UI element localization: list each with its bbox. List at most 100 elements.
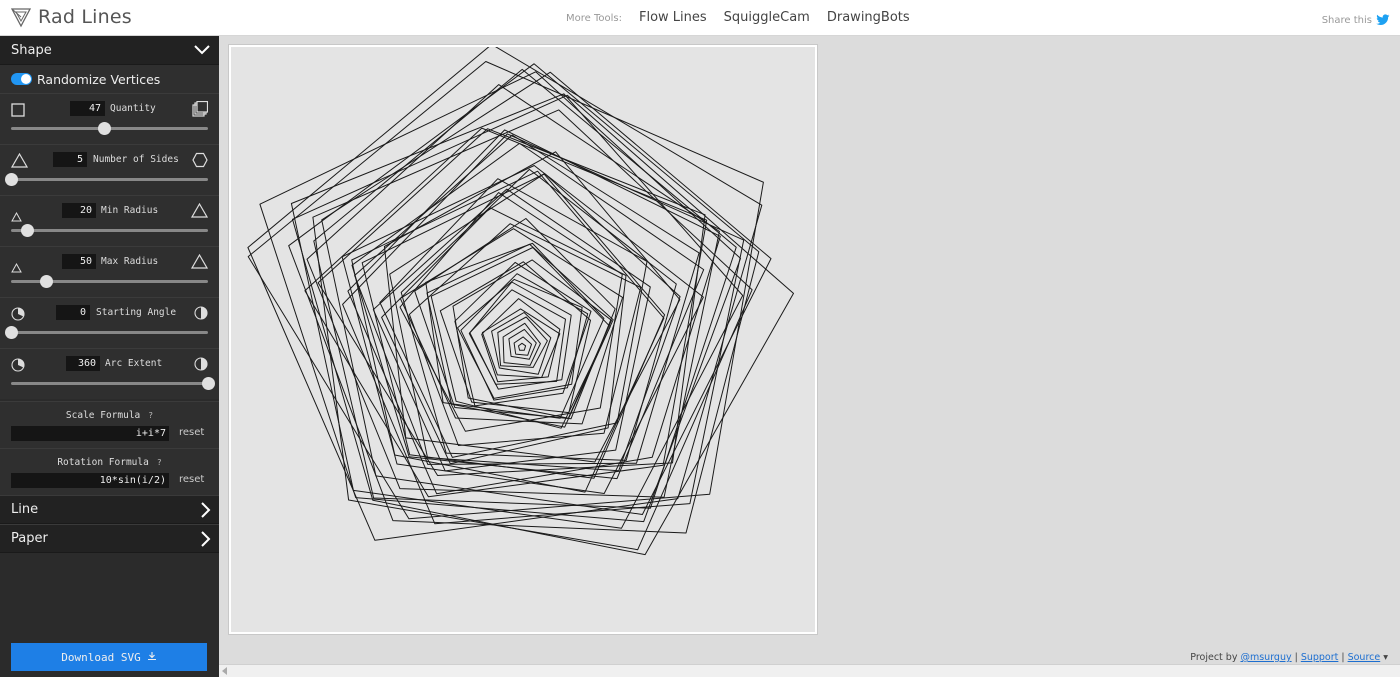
scale-formula-control: Scale Formula? i+i*7 reset [0, 401, 219, 448]
number-of-sides-input[interactable]: 5 [53, 152, 87, 167]
chevron-right-icon [199, 530, 211, 548]
rad-lines-logo-icon [10, 6, 32, 28]
randomize-vertices-label: Randomize Vertices [37, 71, 161, 87]
quantity-slider[interactable] [11, 122, 208, 135]
twitter-icon [1376, 11, 1390, 30]
max-radius-slider-knob[interactable] [40, 275, 54, 288]
triangle-icon[interactable] [10, 152, 29, 172]
randomize-vertices-toggle[interactable] [11, 73, 32, 85]
large-triangle-icon[interactable] [190, 253, 209, 273]
nav-link-drawingbots[interactable]: DrawingBots [827, 10, 910, 25]
caret-down-icon: ▾ [1383, 652, 1388, 663]
arc-extent-slider[interactable] [11, 377, 215, 390]
min-radius-input[interactable]: 20 [62, 203, 96, 218]
min-radius-control: 20 Min Radius [0, 195, 219, 246]
quantity-slider-knob[interactable] [97, 122, 111, 135]
number-of-sides-slider-knob[interactable] [5, 173, 18, 186]
small-triangle-icon[interactable] [11, 258, 22, 277]
max-radius-input[interactable]: 50 [62, 254, 96, 269]
scroll-left-arrow-icon[interactable] [222, 667, 227, 675]
number-of-sides-slider[interactable] [5, 173, 208, 186]
footer-separator: | [1341, 652, 1345, 663]
scale-formula-input[interactable]: i+i*7 [11, 426, 169, 441]
shape-section-title: Shape [11, 42, 52, 58]
nav-link-squigglecam[interactable]: SquiggleCam [724, 10, 810, 25]
footer-separator: | [1294, 652, 1298, 663]
controls-sidebar: Shape Randomize Vertices 47 Quantity 5 N… [0, 36, 219, 677]
app-title: Rad Lines [38, 6, 132, 28]
spiral-shape [292, 94, 794, 556]
spiral-shape [502, 322, 541, 366]
max-radius-slider[interactable] [11, 275, 208, 288]
scale-formula-label-row: Scale Formula? [0, 410, 219, 421]
small-arc-icon[interactable] [11, 306, 25, 325]
arc-extent-label: Arc Extent [105, 358, 163, 369]
scale-formula-help-icon[interactable]: ? [148, 411, 153, 420]
spiral-shape [513, 336, 532, 356]
quantity-control: 47 Quantity [0, 93, 219, 144]
half-circle-icon[interactable] [194, 305, 208, 324]
rotation-formula-reset-button[interactable]: reset [179, 474, 204, 485]
paper-frame [228, 44, 818, 635]
spiral-shape [518, 342, 527, 351]
rotation-formula-label-row: Rotation Formula? [0, 457, 219, 468]
starting-angle-slider[interactable] [5, 326, 208, 339]
line-section-header[interactable]: Line [0, 495, 219, 524]
multiple-squares-icon[interactable] [192, 100, 209, 121]
starting-angle-label: Starting Angle [96, 307, 177, 318]
quantity-input[interactable]: 47 [70, 101, 105, 116]
number-of-sides-label: Number of Sides [93, 154, 179, 165]
arc-extent-input[interactable]: 360 [66, 356, 100, 371]
half-circle-icon[interactable] [194, 356, 208, 375]
horizontal-scrollbar[interactable] [219, 664, 1400, 677]
starting-angle-input[interactable]: 0 [56, 305, 90, 320]
spiral-shape [452, 259, 612, 419]
quantity-label: Quantity [110, 103, 156, 114]
rotation-formula-input[interactable]: 10*sin(i/2) [11, 473, 169, 488]
download-svg-button[interactable]: Download SVG [11, 643, 207, 671]
small-triangle-icon[interactable] [11, 207, 22, 226]
large-triangle-icon[interactable] [190, 202, 209, 222]
share-link[interactable]: Share this [1322, 11, 1390, 30]
arc-extent-control: 360 Arc Extent [0, 348, 219, 399]
shape-section-header[interactable]: Shape [0, 36, 219, 65]
top-nav: More Tools: Flow Lines SquiggleCam Drawi… [566, 10, 910, 25]
min-radius-slider[interactable] [11, 224, 208, 237]
footer-credits: Project by @msurguy | Support | Source ▾ [1190, 652, 1388, 663]
footer-prefix: Project by [1190, 652, 1238, 663]
hexagon-icon[interactable] [192, 152, 208, 172]
spiral-shape [381, 207, 627, 465]
randomize-vertices-row: Randomize Vertices [0, 65, 219, 93]
more-tools-label: More Tools: [566, 13, 622, 24]
logo[interactable]: Rad Lines [10, 6, 132, 28]
min-radius-label: Min Radius [101, 205, 159, 216]
spiral-shape [341, 165, 704, 494]
chevron-down-icon [193, 44, 211, 56]
number-of-sides-control: 5 Number of Sides [0, 144, 219, 195]
paper-section-header[interactable]: Paper [0, 524, 219, 553]
top-bar: Rad Lines More Tools: Flow Lines Squiggl… [0, 0, 1400, 36]
scale-formula-reset-button[interactable]: reset [179, 427, 204, 438]
download-svg-label: Download SVG [61, 650, 141, 664]
chevron-right-icon [199, 501, 211, 519]
source-link[interactable]: Source [1348, 652, 1381, 663]
starting-angle-slider-knob[interactable] [5, 326, 18, 339]
nav-link-flow-lines[interactable]: Flow Lines [639, 10, 707, 25]
line-section-title: Line [11, 502, 39, 517]
support-link[interactable]: Support [1301, 652, 1339, 663]
spiral-shape [460, 273, 589, 401]
small-arc-icon[interactable] [11, 357, 25, 376]
paper-section-title: Paper [11, 531, 48, 546]
single-square-icon[interactable] [11, 102, 25, 121]
author-link[interactable]: @msurguy [1240, 652, 1291, 663]
spiral-shape [468, 281, 572, 390]
max-radius-label: Max Radius [101, 256, 159, 267]
rotation-formula-help-icon[interactable]: ? [157, 458, 162, 467]
arc-extent-slider-knob[interactable] [202, 377, 215, 390]
min-radius-slider-knob[interactable] [20, 224, 34, 237]
pentagon-spiral-drawing [247, 47, 794, 556]
max-radius-control: 50 Max Radius [0, 246, 219, 297]
drawing-canvas[interactable] [231, 47, 815, 632]
spiral-shape [414, 218, 616, 420]
rotation-formula-label: Rotation Formula [57, 457, 149, 468]
